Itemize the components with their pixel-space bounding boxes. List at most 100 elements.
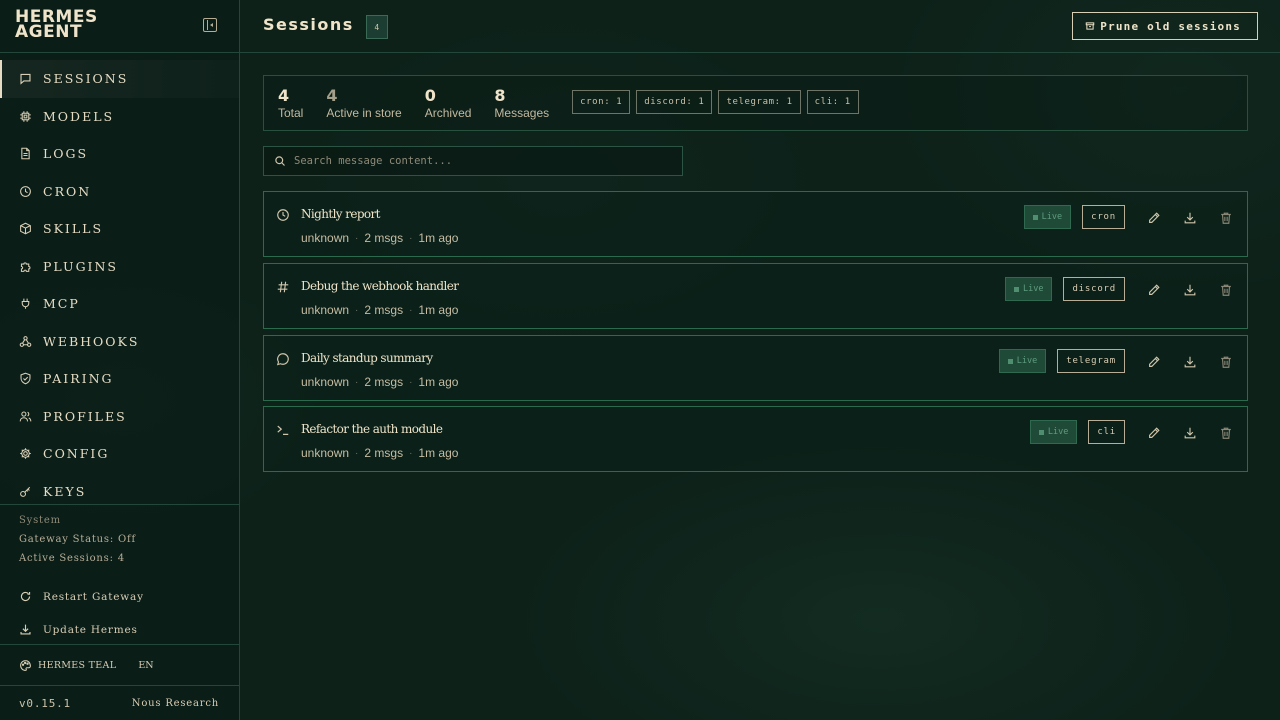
sidebar-item-label: LOGS bbox=[43, 146, 89, 162]
sidebar-item-label: PROFILES bbox=[43, 408, 127, 424]
sidebar-header: HERMES AGENT bbox=[0, 0, 239, 53]
session-row[interactable]: Debug the webhook handler unknown · 2 msgs ·… bbox=[263, 263, 1248, 329]
separator-dot: · bbox=[409, 232, 413, 244]
live-label: Live bbox=[1016, 356, 1038, 366]
stat-label: Total bbox=[278, 105, 304, 120]
sidebar-item-plugins[interactable]: PLUGINS bbox=[0, 248, 239, 286]
restart-gateway-button[interactable]: Restart Gateway bbox=[19, 580, 239, 613]
sidebar-item-profiles[interactable]: PROFILES bbox=[0, 398, 239, 436]
stat-archived: 0 Archived bbox=[425, 86, 472, 120]
theme-label: HERMES TEAL bbox=[38, 659, 117, 671]
sidebar-item-skills[interactable]: SKILLS bbox=[0, 210, 239, 248]
source-chip[interactable]: cli: 1 bbox=[806, 90, 859, 114]
sidebar-item-pairing[interactable]: PAIRING bbox=[0, 360, 239, 398]
download-icon[interactable] bbox=[1183, 354, 1197, 368]
source-badge: cron bbox=[1082, 205, 1125, 229]
search-input[interactable] bbox=[294, 155, 682, 167]
session-row[interactable]: Refactor the auth module unknown · 2 msgs · 1… bbox=[263, 406, 1248, 472]
source-chip[interactable]: telegram: 1 bbox=[718, 90, 801, 114]
download-icon[interactable] bbox=[1183, 425, 1197, 439]
search-box[interactable] bbox=[263, 146, 683, 176]
edit-icon[interactable] bbox=[1147, 425, 1161, 439]
session-age: 1m ago bbox=[418, 446, 459, 460]
sidebar-item-models[interactable]: MODELS bbox=[0, 98, 239, 136]
sidebar-item-keys[interactable]: KEYS bbox=[0, 473, 239, 505]
restart-gateway-label: Restart Gateway bbox=[43, 590, 144, 603]
session-age: 1m ago bbox=[418, 231, 459, 245]
session-user: unknown bbox=[301, 446, 350, 460]
sidebar-item-logs[interactable]: LOGS bbox=[0, 135, 239, 173]
users-icon bbox=[19, 410, 32, 423]
theme-row: HERMES TEAL EN bbox=[0, 645, 239, 686]
trash-icon[interactable] bbox=[1219, 354, 1233, 368]
separator-dot: · bbox=[355, 232, 359, 244]
stat-label: Messages bbox=[494, 105, 550, 120]
update-hermes-button[interactable]: Update Hermes bbox=[19, 613, 239, 646]
sidebar-item-mcp[interactable]: MCP bbox=[0, 285, 239, 323]
session-user: unknown bbox=[301, 303, 350, 317]
session-meta: unknown · 2 msgs · 1m ago bbox=[301, 303, 458, 317]
edit-icon[interactable] bbox=[1147, 210, 1161, 224]
session-title[interactable]: Nightly report bbox=[301, 207, 381, 221]
session-msg-count: 2 msgs bbox=[364, 375, 404, 389]
live-label: Live bbox=[1022, 284, 1044, 294]
session-meta: unknown · 2 msgs · 1m ago bbox=[301, 231, 458, 245]
stat-value: 4 bbox=[278, 85, 290, 105]
live-dot-icon bbox=[1032, 214, 1038, 220]
plug-icon bbox=[19, 297, 32, 310]
trash-icon[interactable] bbox=[1219, 425, 1233, 439]
stat-total: 4 Total bbox=[278, 85, 304, 120]
sidebar-item-label: PAIRING bbox=[43, 371, 114, 387]
separator-dot: · bbox=[409, 376, 413, 388]
edit-icon[interactable] bbox=[1147, 354, 1161, 368]
source-chip[interactable]: discord: 1 bbox=[636, 90, 713, 114]
sidebar-collapse-icon[interactable] bbox=[203, 18, 217, 32]
session-user: unknown bbox=[301, 375, 350, 389]
source-chip[interactable]: cron: 1 bbox=[572, 90, 631, 114]
clock-icon bbox=[19, 185, 32, 198]
session-row[interactable]: Daily standup summary unknown · 2 msgs · 1m a… bbox=[263, 335, 1248, 401]
session-title[interactable]: Debug the webhook handler bbox=[301, 279, 459, 293]
webhook-icon bbox=[19, 335, 32, 348]
session-title[interactable]: Refactor the auth module bbox=[301, 422, 443, 436]
sidebar-item-config[interactable]: CONFIG bbox=[0, 435, 239, 473]
trash-icon[interactable] bbox=[1219, 210, 1233, 224]
sidebar-item-cron[interactable]: CRON bbox=[0, 173, 239, 211]
puzzle-icon bbox=[19, 260, 32, 273]
shield-icon bbox=[19, 372, 32, 385]
trash-icon[interactable] bbox=[1219, 282, 1233, 296]
session-age: 1m ago bbox=[418, 375, 459, 389]
version-label: v0.15.1 bbox=[19, 696, 71, 710]
sidebar-item-webhooks[interactable]: WEBHOOKS bbox=[0, 323, 239, 361]
sidebar-item-label: CONFIG bbox=[43, 446, 110, 462]
live-dot-icon bbox=[1013, 286, 1019, 292]
session-row[interactable]: Nightly report unknown · 2 msgs · 1m ago Live c… bbox=[263, 191, 1248, 257]
message-circle-icon bbox=[276, 351, 290, 366]
download-icon[interactable] bbox=[1183, 210, 1197, 224]
palette-icon bbox=[19, 659, 32, 672]
language-switcher[interactable]: EN bbox=[138, 660, 153, 671]
edit-icon[interactable] bbox=[1147, 282, 1161, 296]
session-count-chip: 4 bbox=[365, 15, 388, 39]
app-root: HERMES AGENT SESSIONS MODELS LOGS CRON SKILL… bbox=[0, 0, 1280, 720]
gateway-status: Gateway Status: Off bbox=[19, 534, 137, 545]
archive-icon bbox=[1085, 22, 1095, 30]
stat-active-in-store: 4 Active in store bbox=[326, 85, 402, 120]
stat-value: 8 bbox=[494, 85, 506, 105]
download-icon bbox=[19, 623, 32, 636]
search-icon bbox=[275, 156, 285, 166]
session-title[interactable]: Daily standup summary bbox=[301, 351, 433, 365]
update-hermes-label: Update Hermes bbox=[43, 623, 138, 636]
stat-messages: 8 Messages bbox=[494, 85, 550, 120]
live-status-badge: Live bbox=[1029, 420, 1078, 444]
source-filter-chips: cron: 1 discord: 1 telegram: 1 cli: 1 bbox=[572, 90, 859, 114]
sidebar-item-sessions[interactable]: SESSIONS bbox=[0, 60, 239, 98]
prune-sessions-button[interactable]: Prune old sessions bbox=[1072, 12, 1258, 40]
stats-bar: 4 Total 4 Active in store 0 Archived 8 Messages… bbox=[263, 75, 1248, 131]
live-status-badge: Live bbox=[1004, 277, 1053, 301]
stat-label: Active in store bbox=[326, 105, 402, 120]
download-icon[interactable] bbox=[1183, 282, 1197, 296]
stat-value: 4 bbox=[326, 85, 338, 105]
sidebar-item-label: SESSIONS bbox=[43, 71, 129, 87]
theme-switcher[interactable]: HERMES TEAL bbox=[19, 659, 116, 672]
